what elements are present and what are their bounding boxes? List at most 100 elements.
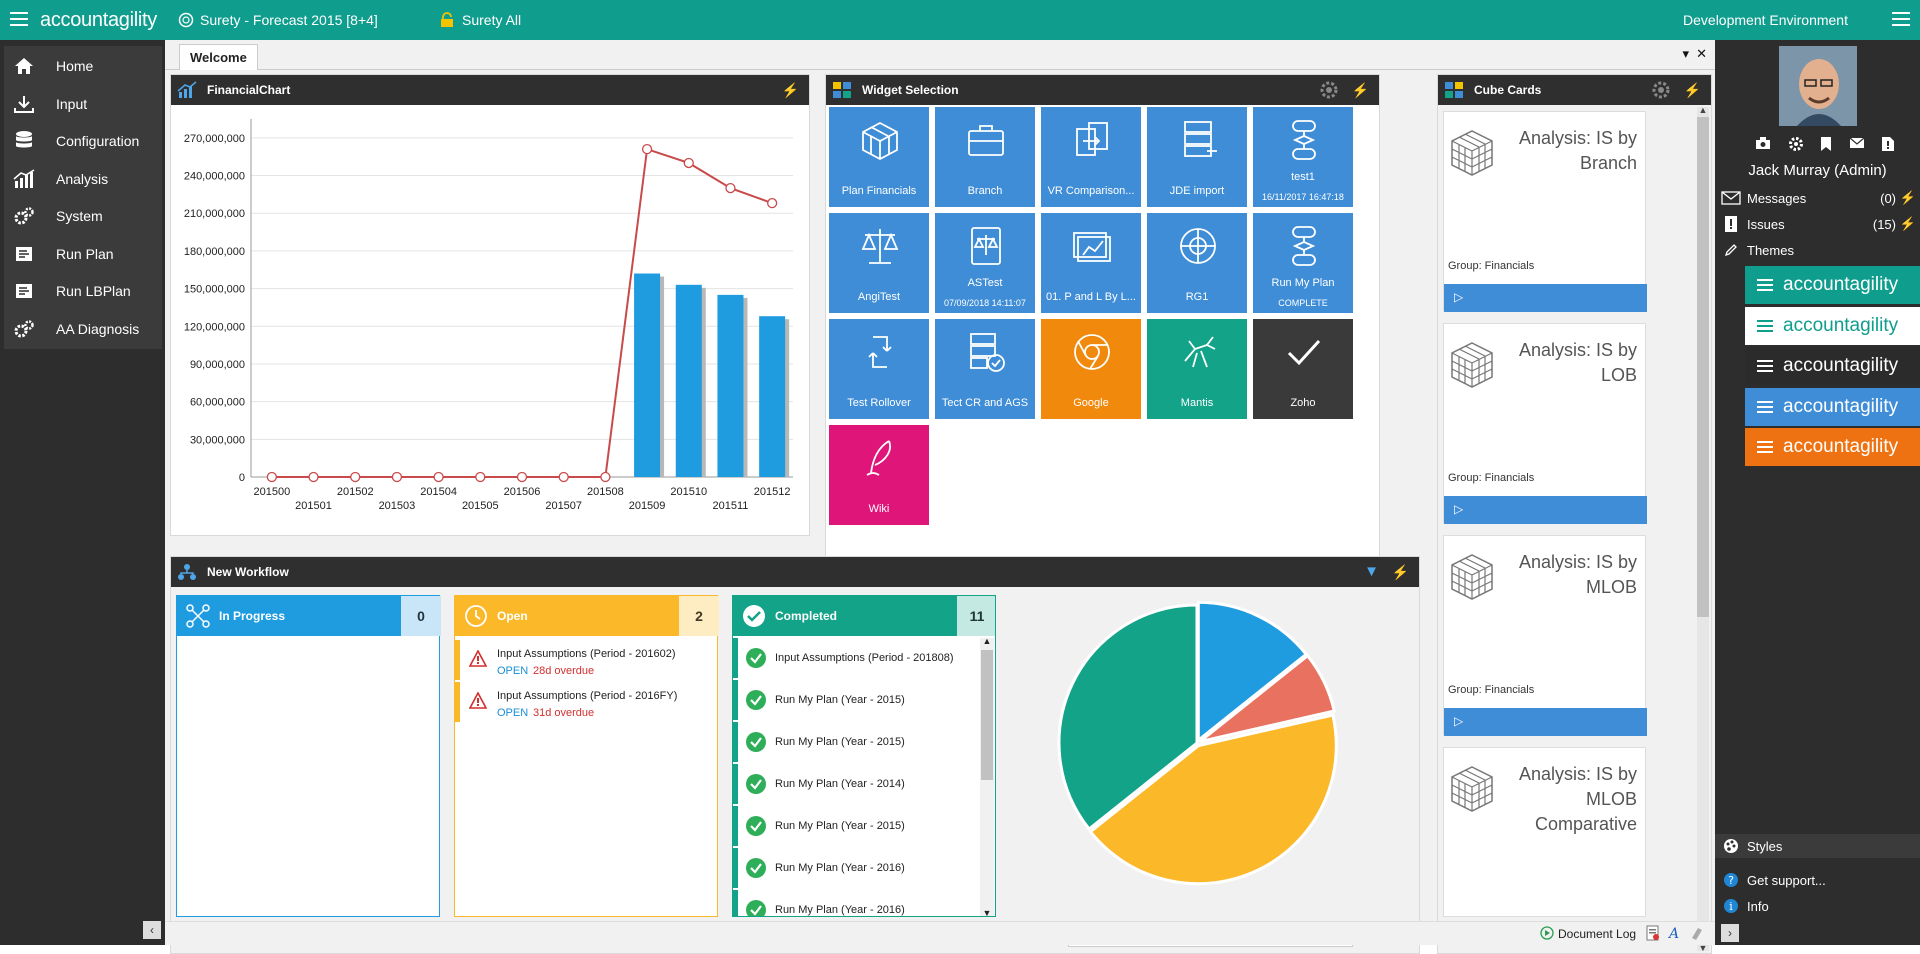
in-progress-header[interactable]: In Progress 0 [177, 596, 441, 636]
gear-icon[interactable] [1319, 80, 1339, 100]
tab-dropdown-icon[interactable]: ▾ [1682, 46, 1689, 62]
tab-welcome[interactable]: Welcome [179, 44, 258, 70]
run-card-button[interactable]: ▷ [1444, 708, 1647, 736]
filter-icon[interactable]: ▼ [1364, 563, 1379, 580]
widget-tile-branch[interactable]: Branch [935, 107, 1035, 207]
theme-option[interactable]: accountagility [1745, 387, 1920, 426]
sidebar-item-analysis[interactable]: Analysis [4, 158, 162, 199]
refresh-icon[interactable]: ⚡ [1900, 216, 1916, 232]
open-header[interactable]: Open 2 [455, 596, 719, 636]
brand-logo: accountagility [40, 9, 157, 31]
workflow-completed-row[interactable]: Run My Plan (Year - 2015) [733, 680, 979, 720]
expand-panel-button[interactable]: › [1721, 924, 1739, 942]
widget-tile-angitest[interactable]: AngiTest [829, 213, 929, 313]
theme-brand: accountagility [1783, 314, 1899, 336]
cube-card[interactable]: Analysis: IS by LOB Group: Financials ▷ [1443, 323, 1647, 524]
widget-tile-zoho[interactable]: Zoho [1253, 319, 1353, 419]
get-support-link[interactable]: ? Get support... [1715, 868, 1920, 892]
check-icon [1287, 339, 1321, 366]
model-selector[interactable]: Surety - Forecast 2015 [8+4] [200, 12, 378, 28]
gear-icon[interactable] [1651, 80, 1671, 100]
refresh-icon[interactable]: ⚡ [1352, 82, 1369, 99]
workflow-completed-row[interactable]: Run My Plan (Year - 2015) [733, 722, 979, 762]
widget-tile-run-my-plan[interactable]: Run My Plan COMPLETE [1253, 213, 1353, 313]
report-icon[interactable] [1645, 925, 1661, 944]
run-icon [12, 244, 36, 264]
collapse-sidebar-button[interactable]: ‹ [143, 921, 161, 939]
widget-tile-01-p-and-l-by-l[interactable]: 01. P and L By L... [1041, 213, 1141, 313]
alert-file-icon[interactable] [1881, 136, 1895, 155]
workflow-completed-row[interactable]: Run My Plan (Year - 2015) [733, 806, 979, 846]
workflow-open-row[interactable]: Input Assumptions (Period - 201602) OPEN 2… [455, 640, 701, 680]
mail-icon[interactable] [1849, 136, 1865, 155]
refresh-icon[interactable]: ⚡ [1684, 82, 1701, 99]
refresh-icon[interactable]: ⚡ [1392, 564, 1409, 581]
run-card-button[interactable]: ▷ [1444, 284, 1647, 312]
right-menu-icon[interactable] [1892, 12, 1910, 26]
menu-icon[interactable] [10, 12, 28, 26]
sidebar-item-home[interactable]: Home [4, 46, 162, 86]
sidebar-item-system[interactable]: System [4, 196, 162, 236]
line-point [350, 471, 361, 483]
workflow-open-card: Open 2 Input Assumptions (Period - 20160… [454, 595, 719, 917]
x-tick-label: 201501 [295, 500, 332, 512]
cube-card[interactable]: Analysis: IS by Branch Group: Financials ▷ [1443, 111, 1647, 312]
workflow-title: Run My Plan (Year - 2015) [775, 736, 905, 748]
x-tick-label: 201510 [670, 486, 707, 498]
styles-item[interactable]: Styles [1715, 834, 1920, 858]
clear-format-icon[interactable] [1689, 925, 1705, 944]
gear-icon[interactable] [1788, 136, 1804, 155]
refresh-icon[interactable]: ⚡ [1900, 190, 1916, 206]
run-card-button[interactable]: ▷ [1444, 496, 1647, 524]
widget-tile-wiki[interactable]: Wiki [829, 425, 929, 525]
theme-option[interactable]: accountagility [1745, 266, 1920, 304]
sidebar-item-configuration[interactable]: Configuration [4, 121, 162, 161]
completed-header[interactable]: Completed 11 [733, 596, 995, 636]
widget-tile-mantis[interactable]: Mantis [1147, 319, 1247, 419]
workflow-completed-row[interactable]: Input Assumptions (Period - 201808) [733, 638, 979, 678]
widget-tile-test-rollover[interactable]: Test Rollover [829, 319, 929, 419]
line-point [683, 157, 694, 169]
messages-item[interactable]: Messages (0) ⚡ [1715, 186, 1920, 210]
y-tick-label: 150,000,000 [184, 284, 245, 296]
theme-option[interactable]: accountagility [1745, 428, 1920, 466]
widget-tile-rg1[interactable]: RG1 [1147, 213, 1247, 313]
close-icon[interactable]: ✕ [1696, 46, 1707, 62]
y-tick-label: 180,000,000 [184, 246, 245, 258]
scope-selector[interactable]: Surety All [462, 12, 521, 28]
font-icon[interactable]: A [1667, 925, 1683, 944]
widget-tile-test1[interactable]: test1 16/11/2017 16:47:18 [1253, 107, 1353, 207]
scrollbar[interactable]: ▲ ▼ [1697, 105, 1709, 953]
widget-tile-jde-import[interactable]: JDE import [1147, 107, 1247, 207]
theme-option[interactable]: accountagility [1745, 306, 1920, 345]
workflow-completed-row[interactable]: Run My Plan (Year - 2016) [733, 848, 979, 888]
refresh-icon[interactable]: ⚡ [782, 82, 799, 99]
issues-item[interactable]: Issues (15) ⚡ [1715, 212, 1920, 236]
sidebar-item-run-lbplan[interactable]: Run LBPlan [4, 271, 162, 311]
widget-tile-google[interactable]: Google [1041, 319, 1141, 419]
sidebar-item-aa-diagnosis[interactable]: AA Diagnosis [4, 308, 162, 349]
bookmark-icon[interactable] [1820, 136, 1832, 155]
widget-tile-tect-cr-and-ags[interactable]: Tect CR and AGS [935, 319, 1035, 419]
themes-item[interactable]: Themes [1715, 238, 1920, 262]
widget-tile-vr-comparison[interactable]: VR Comparison... [1041, 107, 1141, 207]
financial-chart-panel: FinancialChart ⚡ 0 30,000,000 60,000,000 90… [170, 74, 810, 536]
info-link[interactable]: i Info [1715, 894, 1920, 918]
scrollbar[interactable]: ▲ ▼ [980, 636, 994, 916]
document-log-link[interactable]: Document Log [1558, 927, 1636, 941]
workflow-open-row[interactable]: Input Assumptions (Period - 2016FY) OPEN 3… [455, 682, 701, 722]
theme-option[interactable]: accountagility [1745, 347, 1920, 385]
widget-tile-plan-financials[interactable]: Plan Financials [829, 107, 929, 207]
sidebar-item-run-plan[interactable]: Run Plan [4, 233, 162, 274]
open-label: Open [497, 609, 528, 623]
cube-card[interactable]: Analysis: IS by MLOB Group: Financials ▷ [1443, 535, 1647, 736]
y-tick-label: 240,000,000 [184, 171, 245, 183]
workflow-completed-row[interactable]: Run My Plan (Year - 2014) [733, 764, 979, 804]
widget-tile-astest[interactable]: ASTest 07/09/2018 14:11:07 [935, 213, 1035, 313]
server-check-icon [970, 333, 1005, 372]
avatar[interactable] [1779, 46, 1857, 126]
workflow-completed-row[interactable]: Run My Plan (Year - 2016) [733, 890, 979, 916]
cube-card[interactable]: Analysis: IS by MLOB ComparativeGroup: F… [1443, 747, 1646, 932]
camera-icon[interactable] [1755, 136, 1771, 155]
sidebar-item-input[interactable]: Input [4, 83, 162, 124]
